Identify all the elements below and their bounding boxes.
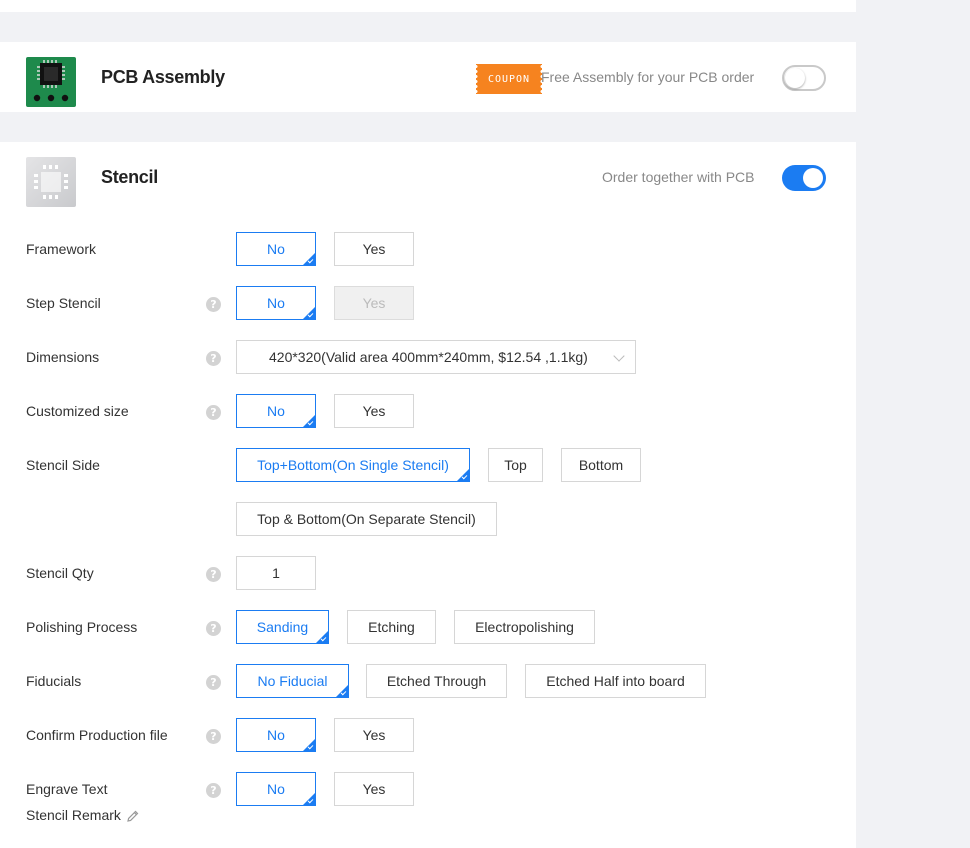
stencil-section: Stencil Order together with PCB Framewor… bbox=[0, 142, 856, 848]
stencil-icon bbox=[26, 157, 76, 207]
toggle-knob bbox=[803, 168, 823, 188]
help-icon[interactable]: ? bbox=[206, 729, 221, 744]
toggle-knob bbox=[785, 68, 805, 88]
confirm-file-yes-option[interactable]: Yes bbox=[334, 718, 414, 752]
order-together-note: Order together with PCB bbox=[602, 169, 755, 185]
polishing-sanding-option[interactable]: Sanding bbox=[236, 610, 329, 644]
help-icon[interactable]: ? bbox=[206, 675, 221, 690]
framework-label: Framework bbox=[26, 241, 97, 257]
stencil-side-bottom-option[interactable]: Bottom bbox=[561, 448, 641, 482]
stencil-qty-label: Stencil Qty bbox=[26, 565, 94, 581]
chevron-down-icon bbox=[613, 350, 625, 362]
fiducials-label: Fiducials bbox=[26, 673, 82, 689]
help-icon[interactable]: ? bbox=[206, 783, 221, 798]
coupon-badge: COUPON bbox=[474, 64, 544, 94]
framework-yes-option[interactable]: Yes bbox=[334, 232, 414, 266]
stencil-toggle[interactable] bbox=[782, 165, 826, 191]
free-assembly-note: Free Assembly for your PCB order bbox=[541, 69, 755, 85]
engrave-text-label: Engrave Text bbox=[26, 781, 108, 797]
pcb-assembly-toggle[interactable] bbox=[782, 65, 826, 91]
help-icon[interactable]: ? bbox=[206, 351, 221, 366]
framework-no-option[interactable]: No bbox=[236, 232, 316, 266]
fiducials-etched-half-option[interactable]: Etched Half into board bbox=[525, 664, 706, 698]
help-icon[interactable]: ? bbox=[206, 621, 221, 636]
customized-size-no-option[interactable]: No bbox=[236, 394, 316, 428]
pcb-chip-icon bbox=[26, 57, 76, 107]
step-stencil-yes-option: Yes bbox=[334, 286, 414, 320]
customized-size-yes-option[interactable]: Yes bbox=[334, 394, 414, 428]
help-icon[interactable]: ? bbox=[206, 567, 221, 582]
pcb-assembly-title: PCB Assembly bbox=[101, 67, 225, 87]
stencil-title: Stencil bbox=[101, 167, 158, 187]
stencil-side-top-option[interactable]: Top bbox=[488, 448, 543, 482]
pcb-assembly-section: PCB Assembly COUPON Free Assembly for yo… bbox=[0, 42, 856, 112]
pencil-edit-icon[interactable] bbox=[126, 809, 140, 828]
confirm-production-file-label: Confirm Production file bbox=[26, 727, 168, 743]
stencil-side-separate-option[interactable]: Top & Bottom(On Separate Stencil) bbox=[236, 502, 497, 536]
stencil-remark-label: Stencil Remark bbox=[26, 807, 121, 823]
polishing-process-label: Polishing Process bbox=[26, 619, 138, 635]
stencil-qty-input[interactable]: 1 bbox=[236, 556, 316, 590]
step-stencil-no-option[interactable]: No bbox=[236, 286, 316, 320]
customized-size-label: Customized size bbox=[26, 403, 129, 419]
dimensions-select[interactable]: 420*320(Valid area 400mm*240mm, $12.54 ,… bbox=[236, 340, 636, 374]
dimensions-label: Dimensions bbox=[26, 349, 100, 365]
stencil-side-top-bottom-single-option[interactable]: Top+Bottom(On Single Stencil) bbox=[236, 448, 470, 482]
step-stencil-label: Step Stencil bbox=[26, 295, 101, 311]
fiducials-none-option[interactable]: No Fiducial bbox=[236, 664, 349, 698]
dimensions-value: 420*320(Valid area 400mm*240mm, $12.54 ,… bbox=[269, 349, 588, 365]
coupon-label: COUPON bbox=[487, 73, 531, 85]
engrave-text-no-option[interactable]: No bbox=[236, 772, 316, 806]
polishing-etching-option[interactable]: Etching bbox=[347, 610, 436, 644]
confirm-file-no-option[interactable]: No bbox=[236, 718, 316, 752]
engrave-text-yes-option[interactable]: Yes bbox=[334, 772, 414, 806]
help-icon[interactable]: ? bbox=[206, 297, 221, 312]
stencil-side-label: Stencil Side bbox=[26, 457, 100, 473]
help-icon[interactable]: ? bbox=[206, 405, 221, 420]
fiducials-etched-through-option[interactable]: Etched Through bbox=[366, 664, 507, 698]
previous-section-panel bbox=[0, 0, 856, 12]
polishing-electropolishing-option[interactable]: Electropolishing bbox=[454, 610, 595, 644]
